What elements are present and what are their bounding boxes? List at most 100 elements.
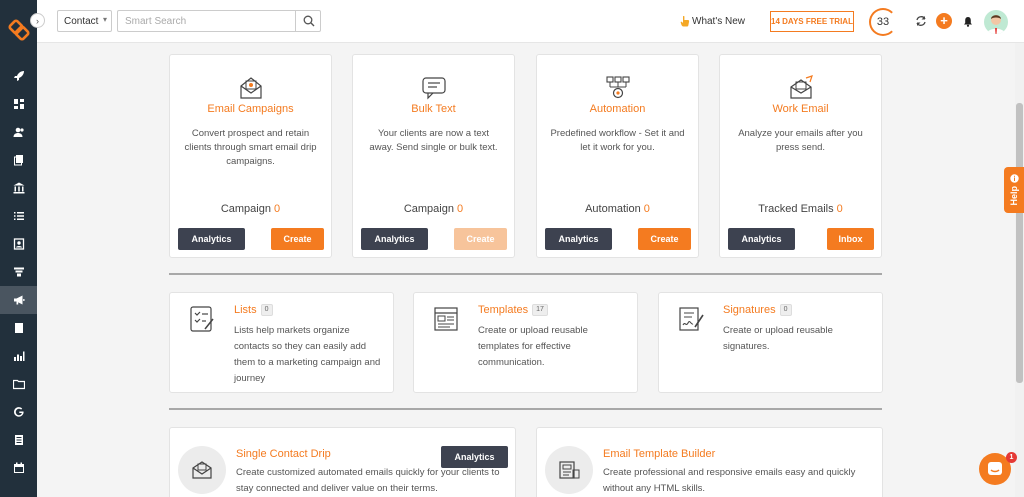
bulk-text-card: Bulk Text Your clients are now a text aw… bbox=[352, 54, 515, 258]
chat-bubble-icon bbox=[421, 77, 446, 100]
create-button[interactable]: Create bbox=[454, 228, 507, 250]
email-campaigns-card: Email Campaigns Convert prospect and ret… bbox=[169, 54, 332, 258]
count-value: 0 bbox=[274, 203, 281, 215]
contacts-icon bbox=[13, 127, 24, 137]
notifications-button[interactable] bbox=[961, 14, 975, 28]
chat-icon bbox=[988, 462, 1002, 475]
templates-card[interactable]: Templates 17 Create or upload reusable te… bbox=[413, 292, 638, 393]
count-value: 0 bbox=[643, 203, 650, 215]
card-count: Tracked Emails 0 bbox=[720, 203, 881, 215]
sidebar-item-report[interactable] bbox=[0, 426, 37, 454]
card-title: Work Email bbox=[772, 103, 829, 115]
analytics-button[interactable]: Analytics bbox=[361, 228, 428, 250]
signatures-card[interactable]: Signatures 0 Create or upload reusable si… bbox=[658, 292, 883, 393]
card-description: Lists help markets organize contacts so … bbox=[234, 325, 381, 384]
sidebar-item-funnel[interactable] bbox=[0, 258, 37, 286]
search-icon bbox=[303, 15, 314, 27]
email-template-builder-card[interactable]: Email Template Builder Create profession… bbox=[536, 427, 883, 497]
documents-icon bbox=[13, 155, 23, 166]
report-icon bbox=[14, 435, 23, 445]
sidebar-item-contact-card[interactable] bbox=[0, 230, 37, 258]
list-icon bbox=[13, 212, 24, 220]
count-label: Tracked Emails bbox=[758, 203, 834, 215]
card-description: Create professional and responsive email… bbox=[603, 467, 856, 494]
rocket-icon bbox=[13, 71, 24, 81]
analytics-button[interactable]: Analytics bbox=[441, 446, 508, 468]
card-title: Bulk Text bbox=[411, 103, 456, 115]
contact-type-select[interactable]: Contact ▾ bbox=[57, 10, 112, 32]
count-label: Automation bbox=[585, 203, 641, 215]
sidebar bbox=[0, 0, 37, 497]
bell-icon bbox=[964, 16, 972, 27]
template-icon bbox=[434, 307, 458, 331]
inbox-button[interactable]: Inbox bbox=[827, 228, 874, 250]
sidebar-item-reports[interactable] bbox=[0, 342, 37, 370]
signature-icon bbox=[679, 307, 704, 331]
create-button[interactable]: Create bbox=[638, 228, 691, 250]
single-contact-drip-card[interactable]: Single Contact Drip Create customized au… bbox=[169, 427, 516, 497]
smart-search-input[interactable] bbox=[117, 10, 321, 32]
sidebar-item-dashboard[interactable] bbox=[0, 90, 37, 118]
sidebar-toggle-button[interactable]: › bbox=[30, 13, 45, 28]
sidebar-item-bank[interactable] bbox=[0, 174, 37, 202]
workflow-icon bbox=[605, 76, 630, 99]
template-builder-icon bbox=[559, 461, 580, 479]
card-description: Your clients are now a text away. Send s… bbox=[369, 128, 498, 153]
card-description: Create or upload reusable templates for … bbox=[478, 325, 588, 368]
bar-chart-icon bbox=[13, 351, 24, 361]
refresh-button[interactable] bbox=[914, 14, 928, 28]
card-description: Convert prospect and retain clients thro… bbox=[184, 128, 317, 167]
sidebar-item-rocket[interactable] bbox=[0, 62, 37, 90]
chevron-right-icon: › bbox=[36, 15, 39, 26]
chat-notification-badge: 1 bbox=[1006, 452, 1017, 463]
sidebar-item-page[interactable] bbox=[0, 314, 37, 342]
count-badge: 17 bbox=[532, 304, 548, 317]
card-title: Email Campaigns bbox=[207, 103, 294, 115]
card-description: Create or upload reusable signatures. bbox=[723, 325, 833, 352]
sidebar-item-folder[interactable] bbox=[0, 370, 37, 398]
analytics-button[interactable]: Analytics bbox=[728, 228, 795, 250]
analytics-button[interactable]: Analytics bbox=[178, 228, 245, 250]
sidebar-item-documents[interactable] bbox=[0, 146, 37, 174]
count-badge: 0 bbox=[260, 304, 273, 317]
card-description: Create customized automated emails quick… bbox=[236, 467, 500, 494]
megaphone-icon bbox=[13, 295, 24, 305]
free-trial-badge[interactable]: 14 DAYS FREE TRIAL bbox=[770, 11, 854, 32]
folder-icon bbox=[12, 379, 25, 390]
card-title: Email Template Builder bbox=[603, 448, 716, 460]
page-scrollbar[interactable] bbox=[1015, 43, 1024, 497]
search-button[interactable] bbox=[295, 10, 321, 32]
page-icon bbox=[14, 323, 23, 333]
lists-card[interactable]: Lists 0 Lists help markets organize conta… bbox=[169, 292, 394, 393]
analytics-button[interactable]: Analytics bbox=[545, 228, 612, 250]
create-button[interactable]: Create bbox=[271, 228, 324, 250]
sidebar-item-google[interactable] bbox=[0, 398, 37, 426]
whats-new-link[interactable]: What's New bbox=[680, 15, 745, 27]
section-divider bbox=[169, 408, 882, 410]
refresh-icon bbox=[916, 16, 926, 26]
scrollbar-thumb[interactable] bbox=[1016, 103, 1023, 383]
card-description: Predefined workflow - Set it and let it … bbox=[550, 128, 685, 153]
drip-email-icon bbox=[192, 461, 212, 479]
work-email-card: Work Email Analyze your emails after you… bbox=[719, 54, 882, 258]
add-button[interactable]: + bbox=[936, 13, 952, 29]
progress-counter[interactable]: 33 bbox=[869, 8, 897, 36]
card-count: Campaign 0 bbox=[170, 203, 331, 215]
sidebar-item-marketing[interactable] bbox=[0, 286, 37, 314]
sidebar-item-list[interactable] bbox=[0, 202, 37, 230]
user-avatar[interactable] bbox=[984, 10, 1008, 34]
sidebar-item-contacts[interactable] bbox=[0, 118, 37, 146]
user-avatar-icon bbox=[987, 15, 1005, 34]
whats-new-label: What's New bbox=[692, 15, 746, 27]
count-label: Campaign bbox=[220, 203, 271, 215]
sidebar-item-calendar[interactable] bbox=[0, 454, 37, 482]
checklist-icon bbox=[190, 306, 214, 332]
card-title: Lists bbox=[234, 304, 257, 316]
contact-card-icon bbox=[13, 238, 24, 250]
automation-card: Automation Predefined workflow - Set it … bbox=[536, 54, 699, 258]
app-logo[interactable] bbox=[7, 18, 31, 42]
help-tab[interactable]: Help bbox=[1004, 167, 1024, 213]
card-count: Automation 0 bbox=[537, 203, 698, 215]
google-icon bbox=[13, 407, 24, 417]
funnel-icon bbox=[13, 267, 24, 277]
